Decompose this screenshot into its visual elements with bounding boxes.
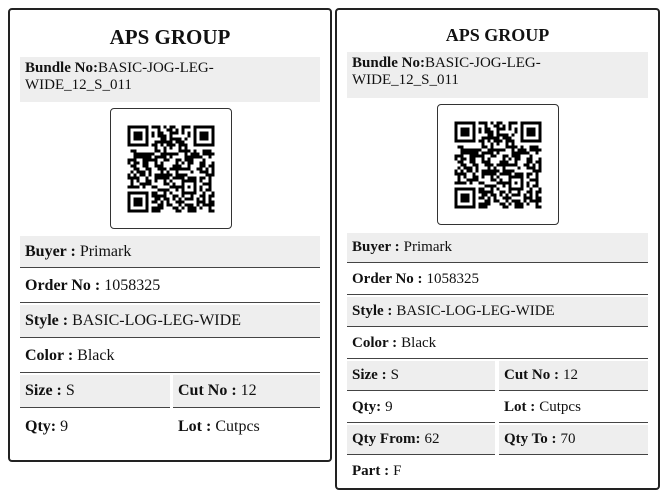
qr-code-icon: [127, 125, 215, 213]
order-row: Order No :1058325: [20, 270, 320, 303]
company-title: APS GROUP: [445, 25, 550, 45]
qty-from-value: 62: [424, 431, 440, 447]
order-value: 1058325: [104, 277, 161, 294]
qty-from-label: Qty From:: [352, 431, 421, 447]
buyer-label: Buyer :: [25, 242, 76, 260]
qty-value: 9: [60, 417, 69, 435]
size-label: Size :: [352, 367, 387, 383]
size-cell: Size :S: [20, 375, 170, 408]
bundle-number-label: Bundle No:: [25, 60, 98, 76]
bundle-number-label: Bundle No:: [352, 55, 425, 71]
cut-value: 12: [240, 382, 257, 399]
order-label: Order No :: [25, 277, 101, 294]
color-label: Color :: [352, 335, 398, 351]
qty-from-cell: Qty From: 62: [347, 425, 495, 455]
buyer-value: Primark: [79, 242, 132, 260]
color-value: Black: [77, 347, 115, 364]
qty-to-label: Qty To :: [504, 431, 557, 447]
style-label: Style :: [25, 312, 69, 329]
size-value: S: [65, 382, 75, 399]
order-label: Order No :: [352, 271, 423, 287]
style-value: BASIC-LOG-LEG-WIDE: [396, 303, 555, 319]
qr-code-frame: [110, 108, 232, 229]
qty-to-cell: Qty To :70: [499, 425, 648, 455]
buyer-label: Buyer :: [352, 239, 400, 255]
bundle-number-field: Bundle No:BASIC-JOG-LEG-WIDE_12_S_011: [20, 57, 320, 102]
qty-cell: Qty: 9: [347, 393, 495, 423]
part-label: Part :: [352, 462, 390, 479]
cut-label: Cut No :: [178, 382, 237, 399]
cut-cell: Cut No :12: [173, 375, 320, 408]
style-row: Style : BASIC-LOG-LEG-WIDE: [347, 297, 648, 327]
size-value: S: [390, 367, 399, 383]
color-label: Color :: [25, 347, 74, 364]
qr-code-icon: [454, 121, 542, 209]
qty-label: Qty:: [352, 399, 382, 415]
buyer-row: Buyer : Primark: [20, 236, 320, 268]
order-value: 1058325: [426, 271, 480, 287]
size-cell: Size :S: [347, 361, 495, 391]
color-row: Color : Black: [20, 340, 320, 373]
buyer-row: Buyer : Primark: [347, 233, 648, 263]
order-row: Order No :1058325: [347, 265, 648, 295]
cut-label: Cut No :: [504, 367, 559, 383]
qty-to-value: 70: [560, 431, 576, 447]
qty-label: Qty:: [25, 417, 57, 435]
lot-cell: Lot : Cutpcs: [499, 393, 648, 423]
part-row: Part :F: [347, 457, 648, 485]
style-label: Style :: [352, 303, 393, 319]
color-value: Black: [401, 335, 437, 351]
lot-value: Cutpcs: [215, 417, 260, 435]
cut-value: 12: [563, 367, 578, 383]
bundle-label-card-left: APS GROUP Bundle No:BASIC-JOG-LEG-WIDE_1…: [8, 8, 332, 462]
lot-label: Lot :: [504, 399, 536, 415]
company-title: APS GROUP: [109, 25, 231, 49]
buyer-value: Primark: [403, 239, 452, 255]
bundle-number-field: Bundle No:BASIC-JOG-LEG-WIDE_12_S_011: [347, 52, 648, 98]
qty-cell: Qty: 9: [20, 410, 170, 443]
lot-label: Lot :: [178, 417, 212, 435]
lot-value: Cutpcs: [539, 399, 581, 415]
style-value: BASIC-LOG-LEG-WIDE: [72, 312, 241, 329]
lot-cell: Lot : Cutpcs: [173, 410, 320, 443]
size-label: Size :: [25, 382, 62, 399]
color-row: Color : Black: [347, 329, 648, 359]
part-value: F: [393, 462, 402, 479]
qr-code-frame: [437, 104, 559, 225]
qty-value: 9: [385, 399, 393, 415]
style-row: Style : BASIC-LOG-LEG-WIDE: [20, 305, 320, 338]
cut-cell: Cut No :12: [499, 361, 648, 391]
bundle-label-card-right: APS GROUP Bundle No:BASIC-JOG-LEG-WIDE_1…: [335, 8, 660, 490]
